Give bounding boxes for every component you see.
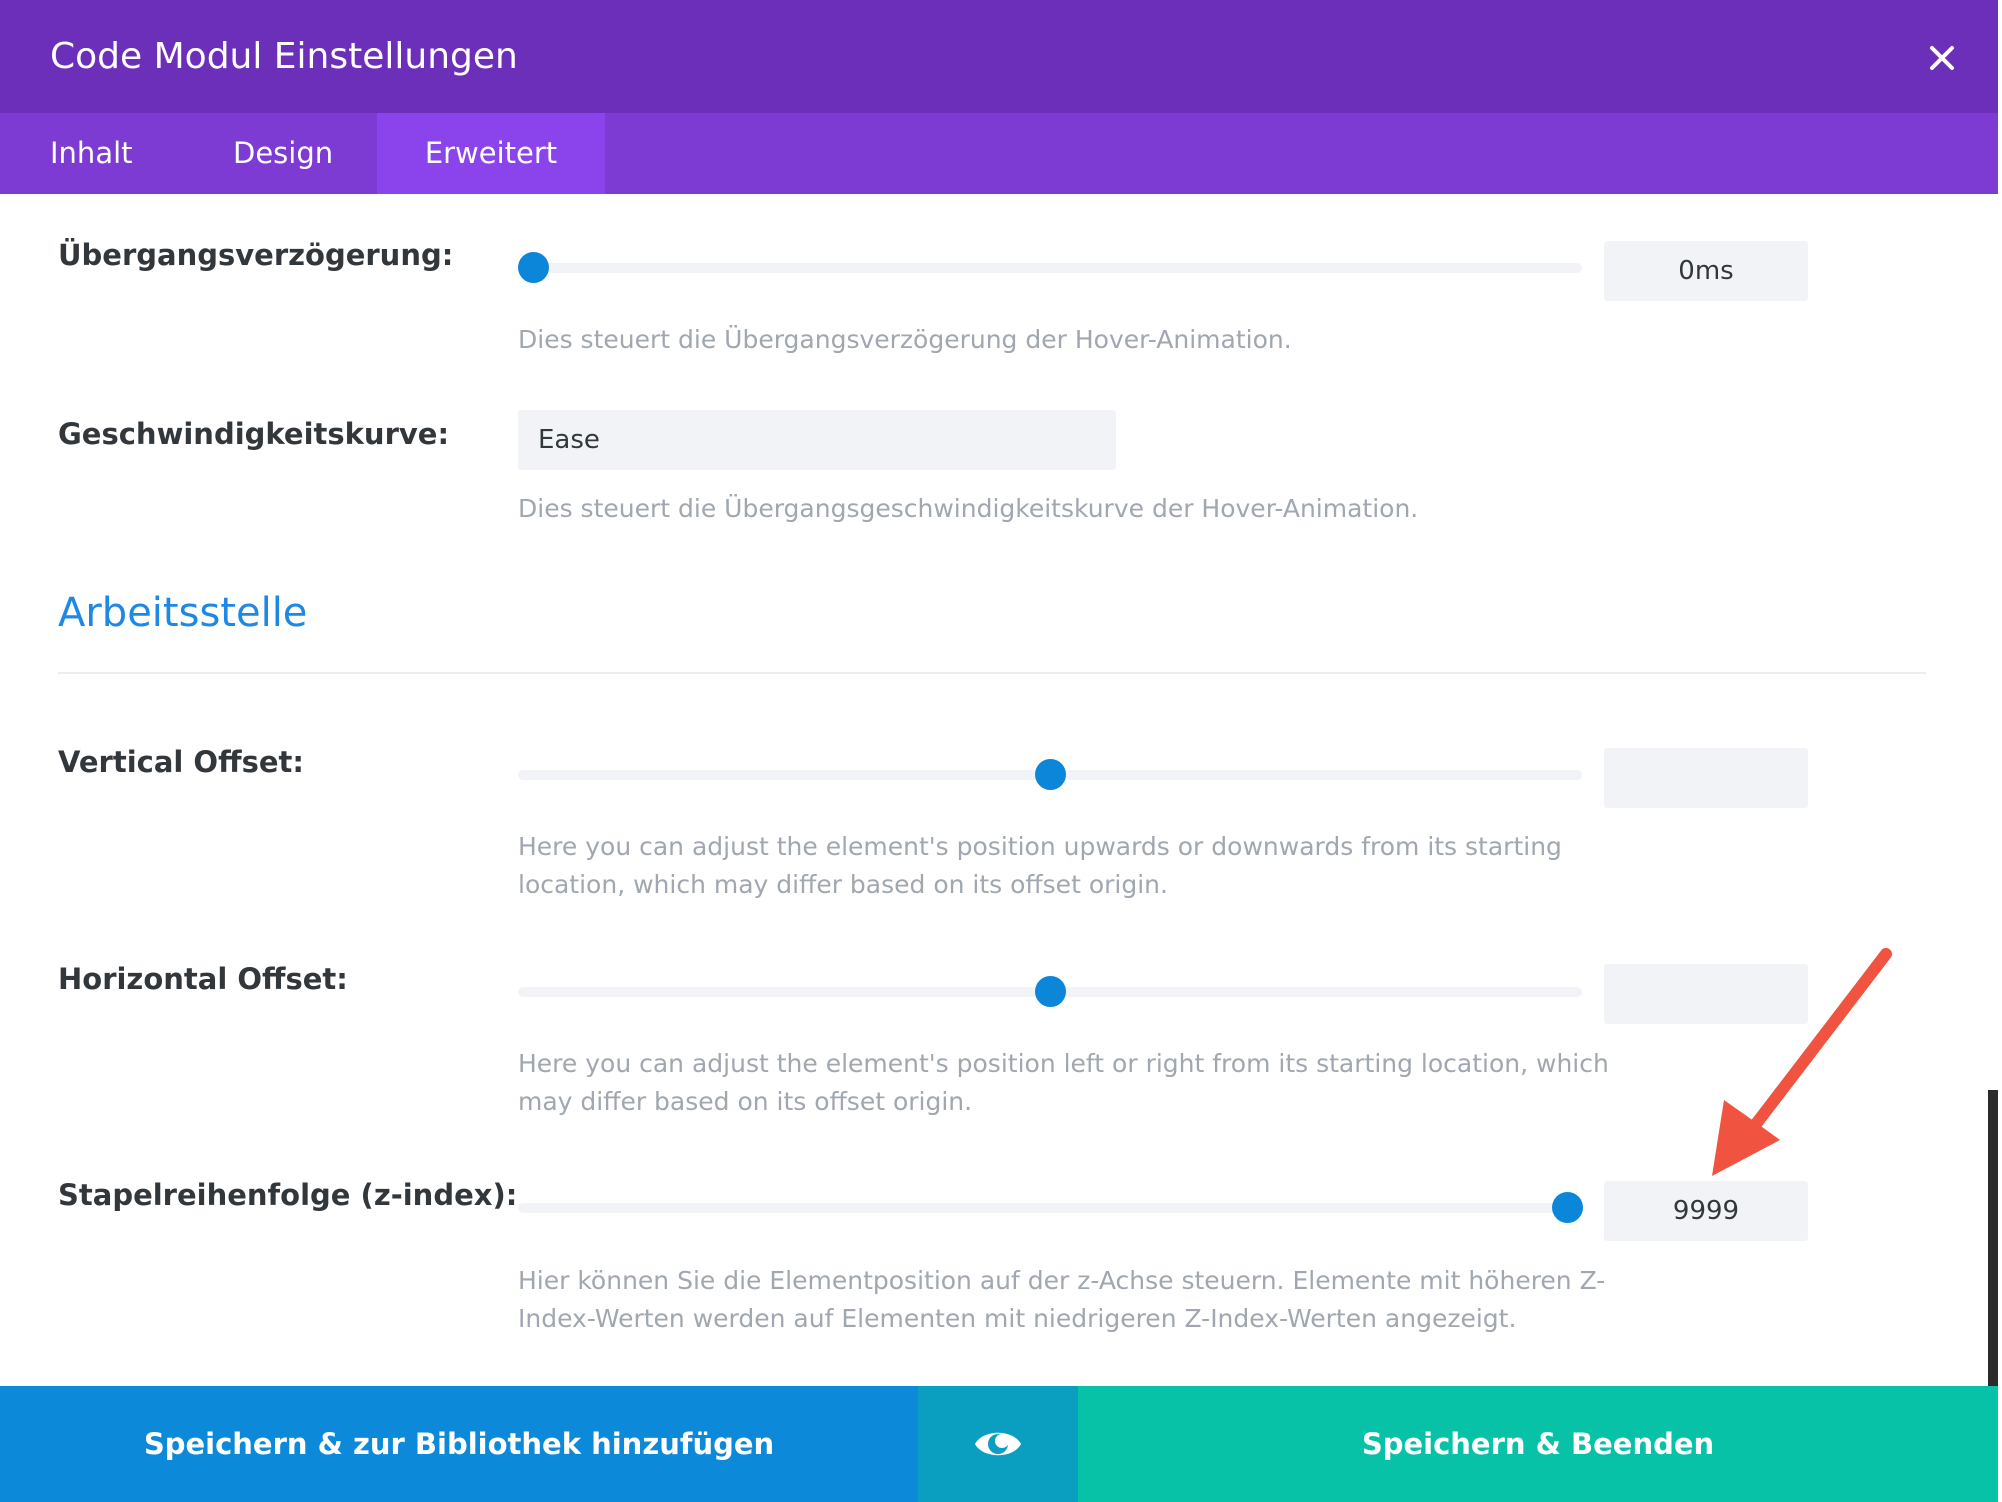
section-title-arbeitsstelle[interactable]: Arbeitsstelle bbox=[58, 590, 307, 636]
transition-delay-description: Dies steuert die Übergangsverzögerung de… bbox=[518, 325, 1292, 354]
tab-inhalt[interactable]: Inhalt bbox=[50, 113, 133, 194]
save-and-exit-button[interactable]: Speichern & Beenden bbox=[1078, 1386, 1998, 1502]
vertical-offset-description-line-2: location, which may differ based on its … bbox=[518, 870, 1168, 899]
eye-icon bbox=[975, 1432, 1021, 1456]
scrollbar-track[interactable] bbox=[1998, 194, 2002, 1386]
transition-delay-label: Übergangsverzögerung: bbox=[58, 238, 454, 272]
vertical-offset-description-line-1: Here you can adjust the element's positi… bbox=[518, 832, 1562, 861]
tab-erweitert[interactable]: Erweitert bbox=[377, 113, 605, 194]
close-button[interactable] bbox=[1918, 34, 1966, 82]
z-index-description-line-2: Index-Werten werden auf Elementen mit ni… bbox=[518, 1304, 1517, 1333]
scrollbar-thumb[interactable] bbox=[1988, 1090, 1998, 1386]
speed-curve-select[interactable]: Ease bbox=[518, 410, 1116, 470]
vertical-offset-input[interactable] bbox=[1604, 748, 1808, 808]
z-index-input[interactable]: 9999 bbox=[1604, 1181, 1808, 1241]
modal-title: Code Modul Einstellungen bbox=[50, 36, 518, 77]
transition-delay-slider-track[interactable] bbox=[518, 263, 1582, 273]
horizontal-offset-description-line-2: may differ based on its offset origin. bbox=[518, 1087, 973, 1116]
z-index-slider-handle[interactable] bbox=[1552, 1192, 1583, 1223]
z-index-label: Stapelreihenfolge (z-index): bbox=[58, 1178, 518, 1212]
horizontal-offset-description-line-1: Here you can adjust the element's positi… bbox=[518, 1049, 1609, 1078]
vertical-offset-label: Vertical Offset: bbox=[58, 745, 304, 779]
speed-curve-label: Geschwindigkeitskurve: bbox=[58, 417, 450, 451]
vertical-offset-slider-handle[interactable] bbox=[1035, 759, 1066, 790]
tab-design[interactable]: Design bbox=[233, 113, 333, 194]
preview-button[interactable] bbox=[918, 1386, 1078, 1502]
save-to-library-button[interactable]: Speichern & zur Bibliothek hinzufügen bbox=[0, 1386, 918, 1502]
close-icon bbox=[1930, 46, 1954, 70]
section-divider bbox=[58, 672, 1926, 674]
annotation-arrow-icon bbox=[1712, 948, 1892, 1176]
z-index-slider-track[interactable] bbox=[518, 1203, 1582, 1213]
horizontal-offset-label: Horizontal Offset: bbox=[58, 962, 348, 996]
z-index-description-line-1: Hier können Sie die Elementposition auf … bbox=[518, 1266, 1606, 1295]
transition-delay-slider-handle[interactable] bbox=[518, 252, 549, 283]
modal-footer: Speichern & zur Bibliothek hinzufügen Sp… bbox=[0, 1386, 1998, 1502]
speed-curve-description: Dies steuert die Übergangsgeschwindigkei… bbox=[518, 494, 1419, 523]
transition-delay-input[interactable]: 0ms bbox=[1604, 241, 1808, 301]
tab-bar: Inhalt Design Erweitert bbox=[0, 113, 1998, 194]
horizontal-offset-slider-handle[interactable] bbox=[1035, 976, 1066, 1007]
modal-header: Code Modul Einstellungen bbox=[0, 0, 1998, 113]
